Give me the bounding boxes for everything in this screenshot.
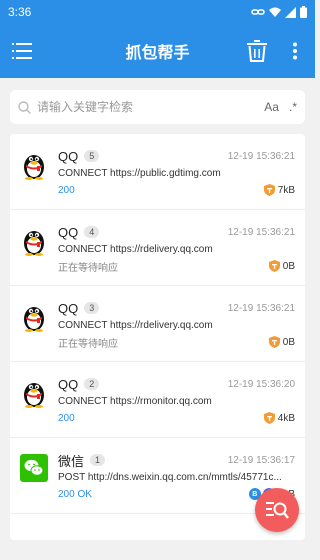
request-status: 正在等待响应 bbox=[58, 262, 118, 274]
wifi-icon bbox=[269, 7, 281, 17]
app-name: QQ bbox=[58, 300, 79, 316]
request-item-1[interactable]: QQ 5 12-19 15:36:21 CONNECT https://publ… bbox=[10, 134, 305, 210]
status-time: 3:36 bbox=[8, 5, 32, 19]
app-name: QQ bbox=[58, 224, 79, 240]
response-size: 0B bbox=[282, 336, 295, 348]
response-size: 4kB bbox=[277, 412, 295, 424]
signal-icon bbox=[285, 6, 296, 18]
response-size: 0B bbox=[282, 260, 295, 272]
qq-penguin-icon bbox=[20, 226, 48, 256]
request-status: 正在等待响应 bbox=[58, 338, 118, 350]
request-count-badge: 4 bbox=[84, 226, 100, 238]
request-status: 200 bbox=[58, 412, 75, 424]
app-name: QQ bbox=[58, 148, 79, 164]
size-group: 4kB bbox=[263, 412, 295, 424]
request-status: 200 bbox=[58, 184, 75, 196]
battery-icon bbox=[300, 6, 307, 18]
search-icon bbox=[18, 100, 31, 114]
request-count-badge: 2 bbox=[84, 378, 100, 390]
link-icon bbox=[251, 9, 265, 15]
status-icons bbox=[251, 6, 307, 18]
request-time: 12-19 15:36:21 bbox=[227, 150, 295, 162]
request-item-2[interactable]: QQ 4 12-19 15:36:21 CONNECT https://rdel… bbox=[10, 210, 305, 286]
search-list-icon bbox=[266, 502, 289, 519]
app-name: 微信 bbox=[58, 453, 85, 469]
regex-toggle[interactable]: .* bbox=[289, 100, 297, 114]
request-url: CONNECT https://rmonitor.qq.com bbox=[58, 396, 212, 407]
qq-penguin-icon bbox=[20, 150, 48, 180]
wechat-icon bbox=[20, 454, 48, 484]
request-time: 12-19 15:36:20 bbox=[227, 378, 295, 390]
qq-penguin-icon bbox=[20, 302, 48, 332]
request-count-badge: 3 bbox=[84, 302, 100, 314]
shield-icon bbox=[268, 260, 280, 272]
request-time: 12-19 15:36:17 bbox=[227, 454, 295, 466]
more-button[interactable] bbox=[283, 37, 307, 65]
request-status: 200 OK bbox=[58, 488, 92, 500]
size-group: 0B bbox=[268, 260, 295, 272]
qq-penguin-icon bbox=[20, 378, 48, 408]
trash-icon bbox=[247, 40, 267, 62]
more-vertical-icon bbox=[293, 42, 297, 60]
hamburger-menu-icon bbox=[12, 43, 32, 59]
request-time: 12-19 15:36:21 bbox=[227, 226, 295, 238]
app-name: QQ bbox=[58, 376, 79, 392]
request-url: CONNECT https://rdelivery.qq.com bbox=[58, 320, 213, 331]
response-size: 7kB bbox=[277, 184, 295, 196]
search-bar: Aa .* bbox=[10, 90, 305, 124]
request-time: 12-19 15:36:21 bbox=[227, 302, 295, 314]
case-sensitive-toggle[interactable]: Aa bbox=[264, 100, 279, 114]
filter-fab-button[interactable] bbox=[255, 488, 299, 532]
shield-icon bbox=[263, 184, 275, 196]
request-url: CONNECT https://public.gdtimg.com bbox=[58, 168, 221, 179]
size-group: 0B bbox=[268, 336, 295, 348]
app-bar: 抓包帮手 bbox=[0, 24, 315, 78]
request-list: QQ 5 12-19 15:36:21 CONNECT https://publ… bbox=[10, 134, 305, 540]
request-item-4[interactable]: QQ 2 12-19 15:36:20 CONNECT https://rmon… bbox=[10, 362, 305, 438]
request-url: CONNECT https://rdelivery.qq.com bbox=[58, 244, 213, 255]
shield-icon bbox=[268, 336, 280, 348]
size-group: 7kB bbox=[263, 184, 295, 196]
shield-icon bbox=[263, 412, 275, 424]
request-count-badge: 1 bbox=[90, 454, 106, 466]
clear-button[interactable] bbox=[245, 37, 269, 65]
request-item-3[interactable]: QQ 3 12-19 15:36:21 CONNECT https://rdel… bbox=[10, 286, 305, 362]
request-url: POST http://dns.weixin.qq.com.cn/mmtls/4… bbox=[58, 472, 282, 483]
request-count-badge: 5 bbox=[84, 150, 100, 162]
status-bar: 3:36 bbox=[0, 0, 315, 24]
search-input[interactable] bbox=[37, 100, 255, 114]
menu-button[interactable] bbox=[8, 37, 36, 65]
